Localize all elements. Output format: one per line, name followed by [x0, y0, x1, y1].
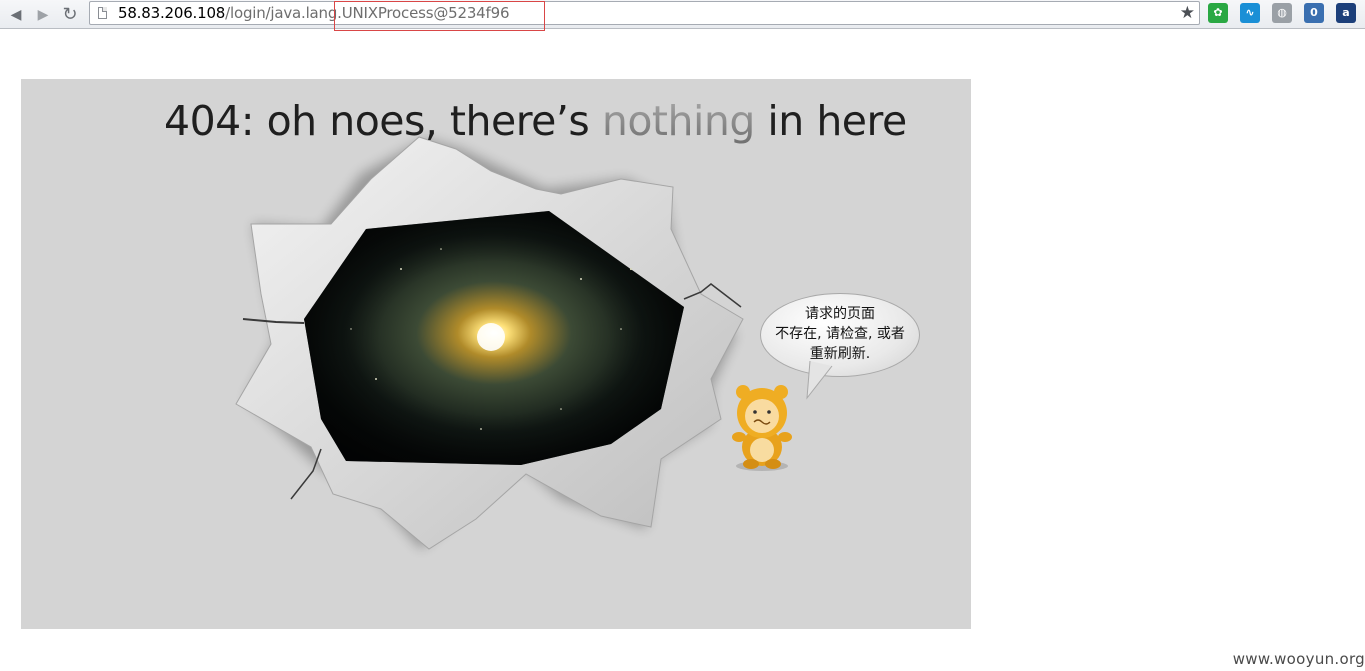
error-panel: 404: oh noes, there’s nothing in here 请求…: [21, 79, 971, 629]
bookmark-star-icon[interactable]: ★: [1180, 3, 1195, 23]
bubble-line-2: 不存在, 请检查, 或者: [775, 326, 905, 342]
wave-extension-icon[interactable]: ∿: [1240, 3, 1260, 23]
back-button[interactable]: ◀: [6, 4, 26, 24]
browser-toolbar: ◀ ▶ ↻ 58.83.206.108/login/java.lang.UNIX…: [0, 0, 1365, 29]
headline-start: 404: oh noes, there’s: [164, 97, 602, 145]
url-host: 58.83.206.108: [118, 4, 226, 22]
translate-extension-icon[interactable]: a: [1336, 3, 1356, 23]
headline-end: in here: [754, 97, 907, 145]
url-text[interactable]: 58.83.206.108/login/java.lang.UNIXProces…: [118, 4, 509, 22]
reload-button[interactable]: ↻: [60, 4, 80, 24]
site-watermark: www.wooyun.org: [1232, 650, 1365, 668]
error-headline: 404: oh noes, there’s nothing in here: [164, 97, 907, 145]
address-bar[interactable]: 58.83.206.108/login/java.lang.UNIXProces…: [89, 1, 1200, 25]
counter-extension-icon[interactable]: 0: [1304, 3, 1324, 23]
bubble-line-1: 请求的页面: [805, 306, 875, 322]
bubble-line-3: 重新刷新.: [809, 346, 871, 362]
url-path: /login/java.lang.UNIXProcess@5234f96: [225, 4, 510, 22]
forward-button[interactable]: ▶: [33, 4, 53, 24]
page-icon: [98, 7, 107, 19]
globe-extension-icon[interactable]: ◍: [1272, 3, 1292, 23]
bear-mascot: [732, 385, 792, 471]
green-extension-icon[interactable]: ✿: [1208, 3, 1228, 23]
headline-emphasis: nothing: [601, 97, 756, 145]
bubble-text: 请求的页面 不存在, 请检查, 或者 重新刷新.: [760, 304, 920, 364]
speech-bubble-tail: [806, 361, 833, 400]
